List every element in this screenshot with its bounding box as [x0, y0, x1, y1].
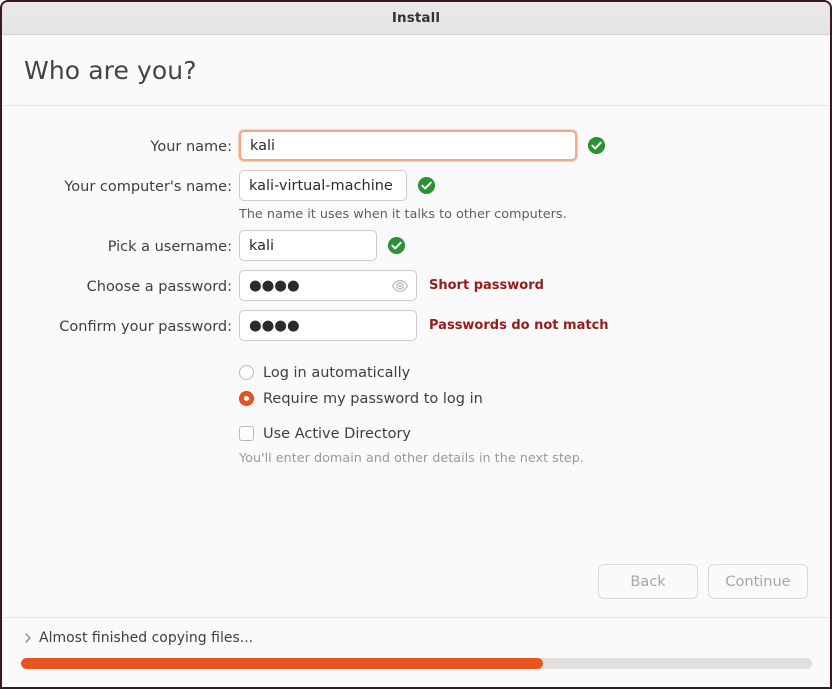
valid-check-icon-username [387, 236, 406, 255]
label-username: Pick a username: [107, 239, 232, 255]
window-titlebar: Install [2, 2, 830, 35]
install-window: Install Who are you? Your name: Your com [0, 0, 832, 689]
checkbox-active-directory-label: Use Active Directory [263, 425, 411, 442]
page-title: Who are you? [24, 55, 197, 85]
page-header: Who are you? [2, 35, 830, 106]
field-row-username: Pick a username: [2, 230, 830, 270]
radio-login-automatically-label: Log in automatically [263, 364, 411, 381]
field-row-computer-name: Your computer's name: [2, 170, 830, 210]
install-progress-bar [21, 658, 812, 669]
checkbox-unchecked-icon [239, 426, 254, 441]
install-status-bar: Almost finished copying files... [2, 617, 830, 687]
status-message: Almost finished copying files... [39, 630, 254, 646]
field-area-computer-name [239, 170, 436, 201]
radio-selected-icon [239, 391, 254, 406]
label-computer-name: Your computer's name: [64, 179, 232, 195]
label-password: Choose a password: [86, 279, 232, 295]
radio-require-password-control[interactable] [239, 391, 254, 406]
label-your-name: Your name: [150, 139, 232, 155]
valid-check-icon-computer-name [417, 176, 436, 195]
field-row-confirm-password: Confirm your password: Passwords do not … [2, 310, 830, 350]
label-confirm-password: Confirm your password: [59, 319, 232, 335]
active-directory-hint: You'll enter domain and other details in… [239, 451, 584, 466]
field-row-your-name: Your name: [2, 130, 830, 170]
navigation-buttons: Back Continue [598, 564, 808, 599]
your-name-input[interactable] [239, 130, 577, 161]
field-area-confirm-password: Passwords do not match [239, 310, 609, 341]
install-progress-fill [21, 658, 544, 669]
radio-require-password-label: Require my password to log in [263, 390, 483, 407]
radio-require-password[interactable]: Require my password to log in [239, 386, 830, 411]
radio-login-automatically[interactable]: Log in automatically [239, 360, 830, 385]
computer-name-hint: The name it uses when it talks to other … [239, 207, 567, 222]
field-row-password: Choose a password: Short password [2, 270, 830, 310]
radio-login-automatically-control[interactable] [239, 365, 254, 380]
password-error-text: Short password [429, 278, 544, 293]
field-area-your-name [239, 130, 606, 161]
field-area-password: Short password [239, 270, 544, 301]
checkbox-active-directory[interactable]: Use Active Directory [239, 421, 830, 446]
options-spacer [239, 412, 830, 421]
window-title: Install [391, 10, 441, 26]
eye-icon[interactable] [391, 277, 409, 295]
computer-name-input[interactable] [239, 170, 407, 201]
main-content: Your name: Your computer's name: [2, 106, 830, 617]
back-button[interactable]: Back [598, 564, 698, 599]
confirm-password-error-text: Passwords do not match [429, 318, 609, 333]
login-options-group: Log in automatically Require my password… [239, 360, 830, 466]
continue-button[interactable]: Continue [708, 564, 808, 599]
chevron-right-icon[interactable] [23, 632, 33, 644]
radio-unselected-icon [239, 365, 254, 380]
username-input[interactable] [239, 230, 377, 261]
checkbox-active-directory-control[interactable] [239, 426, 254, 441]
status-row: Almost finished copying files... [2, 618, 830, 646]
user-setup-form: Your name: Your computer's name: [2, 130, 830, 474]
valid-check-icon-your-name [587, 136, 606, 155]
field-area-username [239, 230, 406, 261]
password-input-wrapper [239, 270, 417, 301]
confirm-password-input[interactable] [239, 310, 417, 341]
